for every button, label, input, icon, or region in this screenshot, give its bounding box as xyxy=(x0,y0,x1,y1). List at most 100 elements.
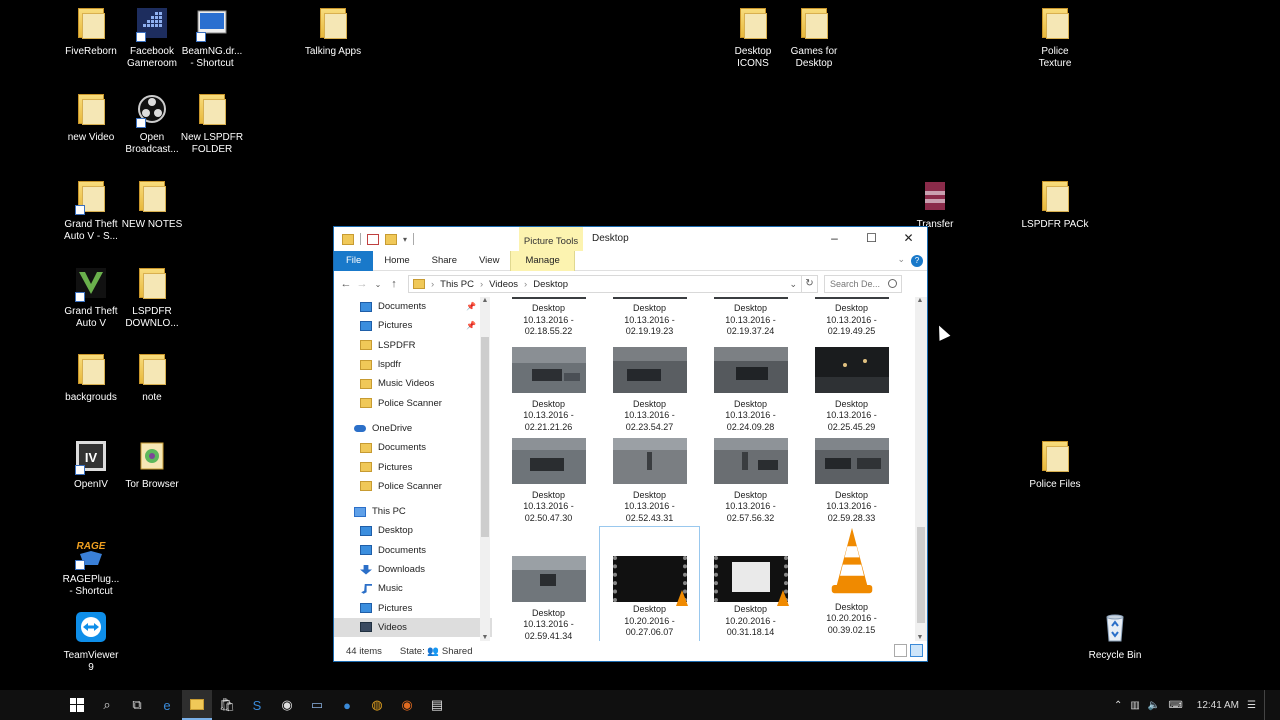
desktop-icon-transfer[interactable]: Transfer xyxy=(896,181,974,231)
file-item-selected[interactable]: Desktop 10.20.2016 - 00.27.06.07 xyxy=(599,526,700,641)
keyboard-icon[interactable]: ⌨ xyxy=(1168,700,1182,711)
tab-manage[interactable]: Manage xyxy=(510,250,575,271)
file-item[interactable]: Desktop 10.13.2016 - 02.57.56.32 xyxy=(700,438,801,524)
tab-file[interactable]: File xyxy=(334,250,374,271)
help-icon[interactable]: ? xyxy=(911,255,923,267)
tab-share[interactable]: Share xyxy=(421,251,468,271)
file-item[interactable]: Desktop 10.20.2016 - 00.31.18.14 xyxy=(700,556,801,639)
desktop-icon-recycle-bin[interactable]: Recycle Bin xyxy=(1076,612,1154,662)
scroll-down-icon[interactable]: ▼ xyxy=(915,634,925,641)
desktop-icon-talking-apps[interactable]: Talking Apps xyxy=(294,8,372,58)
nav-item-videos[interactable]: Videos xyxy=(334,617,492,638)
scroll-down-icon[interactable]: ▼ xyxy=(480,634,490,641)
forward-button[interactable]: → xyxy=(354,278,370,290)
nav-item-documents-pinned[interactable]: Documents 📌 xyxy=(334,297,492,316)
scroll-up-icon[interactable]: ▲ xyxy=(915,297,925,304)
obs-taskbar-icon[interactable]: ◉ xyxy=(272,690,302,720)
search-input[interactable]: Search De... xyxy=(824,275,902,293)
file-item[interactable]: Desktop 10.13.2016 - 02.59.41.34 xyxy=(498,556,599,641)
desktop-icon-rageplugin[interactable]: RAGE RAGEPlug... - Shortcut xyxy=(52,536,130,598)
nav-item-music[interactable]: Music xyxy=(334,579,492,598)
volume-icon[interactable]: 🔈 xyxy=(1148,700,1160,711)
breadcrumb-videos[interactable]: Videos xyxy=(489,279,518,290)
scroll-up-icon[interactable]: ▲ xyxy=(480,297,490,304)
desktop-icon-new-lspdfr-folder[interactable]: New LSPDFR FOLDER xyxy=(173,94,251,156)
skype-icon[interactable]: S xyxy=(242,690,272,720)
file-list-scrollbar[interactable]: ▲ ▼ xyxy=(915,297,927,641)
nav-item-pictures[interactable]: Pictures xyxy=(334,598,492,617)
file-item[interactable]: Desktop 10.13.2016 - 02.59.28.33 xyxy=(801,438,902,524)
scrollbar-thumb[interactable] xyxy=(917,527,925,623)
chrome-icon[interactable]: ◍ xyxy=(362,690,392,720)
desktop-icon-tor-browser[interactable]: Tor Browser xyxy=(113,441,191,491)
show-hidden-icons-icon[interactable]: ⌃ xyxy=(1114,700,1122,711)
desktop-icon-police-files[interactable]: Police Files xyxy=(1016,441,1094,491)
maximize-button[interactable]: ☐ xyxy=(853,227,890,249)
file-item[interactable]: Desktop 10.13.2016 - 02.21.21.26 xyxy=(498,347,599,433)
title-bar[interactable]: ▾ Picture Tools Desktop – ☐ ✕ xyxy=(334,227,927,251)
action-center-icon[interactable]: ☰ xyxy=(1247,700,1256,711)
nav-item-pictures-pinned[interactable]: Pictures 📌 xyxy=(334,316,492,335)
edge-browser-icon[interactable]: e xyxy=(152,690,182,720)
file-item[interactable]: Desktop 10.13.2016 - 02.18.55.22 xyxy=(498,297,599,338)
desktop-icon-police-texture[interactable]: Police Texture xyxy=(1016,8,1094,70)
app-window-icon[interactable]: ▤ xyxy=(422,690,452,720)
customize-toolbar-icon[interactable]: ▾ xyxy=(403,235,407,244)
recent-locations-icon[interactable]: ⌄ xyxy=(370,280,386,289)
clock[interactable]: 12:41 AM xyxy=(1197,700,1239,711)
file-item[interactable]: Desktop 10.13.2016 - 02.52.43.31 xyxy=(599,438,700,524)
nav-item-onedrive[interactable]: OneDrive xyxy=(334,419,492,438)
nav-item-lspdfr[interactable]: LSPDFR xyxy=(334,336,492,355)
file-list[interactable]: Desktop 10.13.2016 - 02.18.55.22 Desktop… xyxy=(494,297,915,641)
tab-home[interactable]: Home xyxy=(373,251,420,271)
desktop-icon-lspdfr-downloads[interactable]: LSPDFR DOWNLO... xyxy=(113,268,191,330)
file-item[interactable]: Desktop 10.13.2016 - 02.25.45.29 xyxy=(801,347,902,433)
desktop-icon-new-notes[interactable]: NEW NOTES xyxy=(113,181,191,231)
desktop-icon-games-for-desktop[interactable]: Games for Desktop xyxy=(775,8,853,70)
store-icon[interactable]: 🛍 xyxy=(212,690,242,720)
properties-icon[interactable] xyxy=(367,233,379,245)
desktop-icon-lspdfr-pack[interactable]: LSPDFR PACk xyxy=(1016,181,1094,231)
desktop-icon-beamng[interactable]: BeamNG.dr... - Shortcut xyxy=(173,8,251,70)
desktop-icon-note[interactable]: note xyxy=(113,354,191,404)
search-icon[interactable]: ⌕ xyxy=(92,690,122,720)
app-circle-icon[interactable]: ● xyxy=(332,690,362,720)
close-button[interactable]: ✕ xyxy=(890,227,927,249)
file-item[interactable]: Desktop 10.13.2016 - 02.19.49.25 xyxy=(801,297,902,338)
nav-item-lspdfr-lower[interactable]: lspdfr xyxy=(334,355,492,374)
details-view-button[interactable] xyxy=(894,644,907,657)
nav-item-police-scanner[interactable]: Police Scanner xyxy=(334,393,492,412)
nav-item-onedrive-police-scanner[interactable]: Police Scanner xyxy=(334,477,492,496)
start-windows-icon[interactable] xyxy=(62,690,92,720)
file-item[interactable]: Desktop 10.13.2016 - 02.23.54.27 xyxy=(599,347,700,433)
nav-item-desktop[interactable]: Desktop xyxy=(334,521,492,540)
file-item[interactable]: Desktop 10.20.2016 - 00.39.02.15 xyxy=(801,526,902,636)
minimize-button[interactable]: – xyxy=(816,227,853,249)
file-explorer-icon[interactable] xyxy=(182,690,212,720)
file-item[interactable]: Desktop 10.13.2016 - 02.24.09.28 xyxy=(700,347,801,433)
tab-view[interactable]: View xyxy=(468,251,510,271)
nav-pane-scrollbar[interactable]: ▲ ▼ xyxy=(480,297,490,641)
firefox-icon[interactable]: ◉ xyxy=(392,690,422,720)
file-item[interactable]: Desktop 10.13.2016 - 02.19.19.23 xyxy=(599,297,700,338)
task-view-icon[interactable]: ⧉ xyxy=(122,690,152,720)
file-item[interactable]: Desktop 10.13.2016 - 02.19.37.24 xyxy=(700,297,801,338)
expand-ribbon-icon[interactable]: ⌄ xyxy=(897,254,905,265)
back-button[interactable]: ← xyxy=(338,278,354,290)
scrollbar-thumb[interactable] xyxy=(481,337,489,537)
monitor-app-icon[interactable]: ▭ xyxy=(302,690,332,720)
desktop-icon-teamviewer[interactable]: TeamViewer 9 xyxy=(52,612,130,674)
show-desktop-button[interactable] xyxy=(1264,690,1268,720)
up-button[interactable]: ↑ xyxy=(386,278,402,290)
file-explorer-window[interactable]: ▾ Picture Tools Desktop – ☐ ✕ File Home … xyxy=(333,226,928,662)
navigation-pane[interactable]: Documents 📌 Pictures 📌 LSPDFR lspdfr Music… xyxy=(334,297,492,641)
file-item[interactable]: Desktop 10.13.2016 - 02.50.47.30 xyxy=(498,438,599,524)
nav-item-downloads[interactable]: Downloads xyxy=(334,560,492,579)
new-folder-icon[interactable] xyxy=(385,233,397,245)
large-icons-view-button[interactable] xyxy=(910,644,923,657)
address-dropdown-icon[interactable]: ⌄ xyxy=(789,279,797,290)
address-bar[interactable]: › This PC › Videos › Desktop ⌄ xyxy=(408,275,802,293)
nav-item-music-videos[interactable]: Music Videos xyxy=(334,374,492,393)
nav-item-this-pc[interactable]: This PC xyxy=(334,502,492,521)
nav-item-documents[interactable]: Documents xyxy=(334,541,492,560)
